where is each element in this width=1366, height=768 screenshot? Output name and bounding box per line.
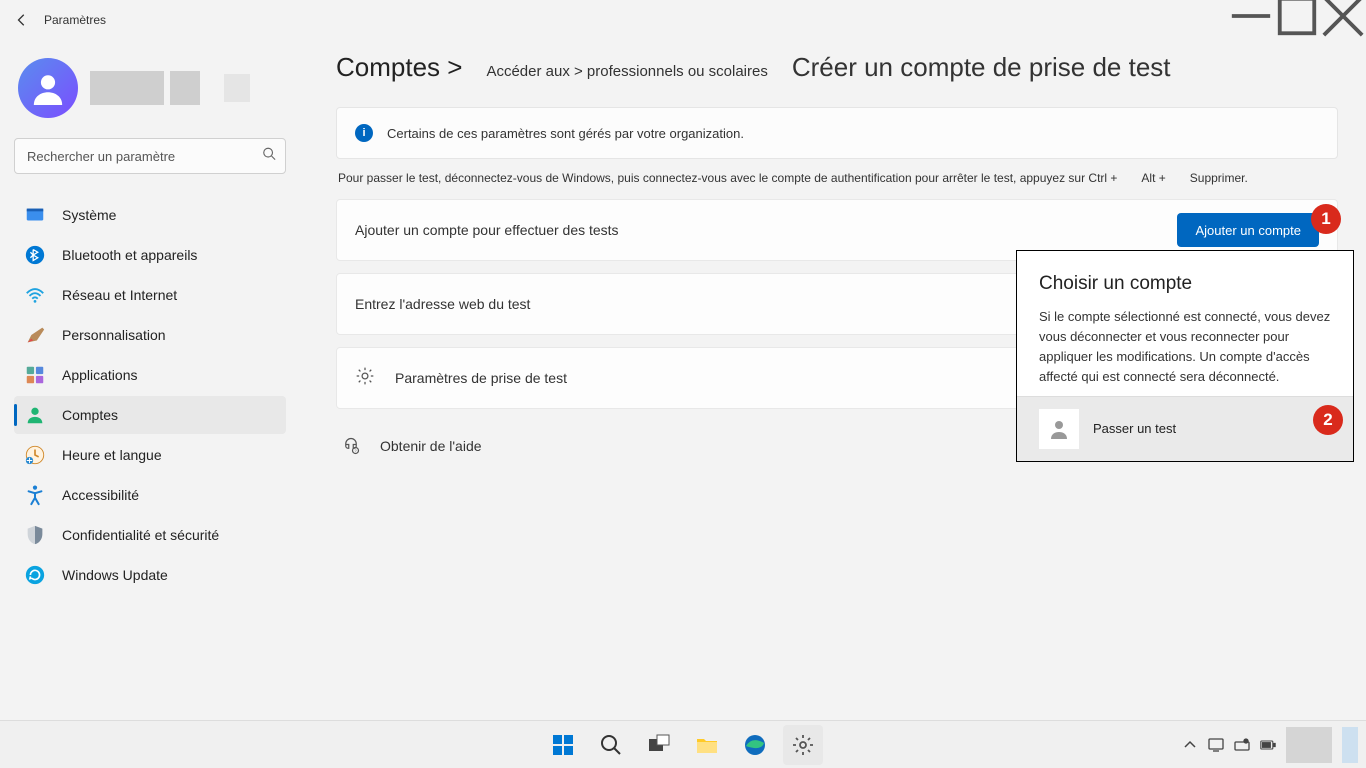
brush-icon [24,324,46,346]
accessibility-icon [24,484,46,506]
taskbar-search-button[interactable] [591,725,631,765]
sidebar-item-update[interactable]: Windows Update [14,556,286,594]
maximize-button[interactable] [1274,0,1320,32]
page-title: Créer un compte de prise de test [792,52,1171,83]
nav-label: Comptes [62,407,118,423]
account-avatar [1039,409,1079,449]
choose-account-popup: Choisir un compte Si le compte sélection… [1016,250,1354,462]
gear-icon [791,733,815,757]
sidebar-item-bluetooth[interactable]: Bluetooth et appareils [14,236,286,274]
sidebar-item-accessibility[interactable]: Accessibilité [14,476,286,514]
close-icon [1320,0,1366,39]
minimize-icon [1228,0,1274,39]
taskbar [0,720,1366,768]
task-view-icon [647,733,671,757]
start-button[interactable] [543,725,583,765]
nav-label: Système [62,207,116,223]
apps-icon [24,364,46,386]
card-label: Ajouter un compte pour effectuer des tes… [355,222,1177,238]
svg-text:?: ? [354,449,356,453]
sidebar-item-time[interactable]: Heure et langue [14,436,286,474]
bluetooth-icon [24,244,46,266]
clock-icon [24,444,46,466]
breadcrumb-accounts[interactable]: Comptes > [336,52,462,83]
accounts-icon [24,404,46,426]
profile-block[interactable] [18,58,282,118]
sidebar: Système Bluetooth et appareils Réseau et… [0,40,300,720]
taskbar-clock-redacted[interactable] [1286,727,1332,763]
keyboard-icon [1234,737,1250,753]
sidebar-item-network[interactable]: Réseau et Internet [14,276,286,314]
folder-icon [695,733,719,757]
nav: Système Bluetooth et appareils Réseau et… [14,196,286,594]
profile-name-redacted [90,71,250,105]
info-icon: i [355,124,373,142]
nav-label: Windows Update [62,567,168,583]
chevron-up-icon [1182,737,1198,753]
account-label: Passer un test [1093,421,1176,436]
settings-taskbar-button[interactable] [783,725,823,765]
nav-label: Personnalisation [62,327,166,343]
notification-center-button[interactable] [1342,727,1358,763]
search-icon [262,147,276,166]
file-explorer-button[interactable] [687,725,727,765]
popup-account-item[interactable]: Passer un test 2 [1017,396,1353,461]
nav-label: Applications [62,367,138,383]
minimize-button[interactable] [1228,0,1274,32]
battery-icon [1260,737,1276,753]
edge-button[interactable] [735,725,775,765]
nav-label: Bluetooth et appareils [62,247,197,263]
search-input[interactable] [14,138,286,174]
update-icon [24,564,46,586]
system-icon [24,204,46,226]
system-tray[interactable] [1182,737,1276,753]
org-managed-banner: i Certains de ces paramètres sont gérés … [336,107,1338,159]
nav-label: Confidentialité et sécurité [62,527,219,543]
arrow-left-icon [15,13,29,27]
maximize-icon [1274,0,1320,39]
breadcrumb-access[interactable]: Accéder aux > professionnels ou scolaire… [486,63,767,80]
user-icon [1047,417,1071,441]
shield-icon [24,524,46,546]
wifi-icon [24,284,46,306]
task-view-button[interactable] [639,725,679,765]
back-button[interactable] [8,6,36,34]
gear-icon [355,366,375,391]
banner-text: Certains de ces paramètres sont gérés pa… [387,126,744,141]
sidebar-item-personalization[interactable]: Personnalisation [14,316,286,354]
window-title: Paramètres [44,13,106,27]
add-account-button[interactable]: Ajouter un compte [1177,213,1319,247]
sidebar-item-system[interactable]: Système [14,196,286,234]
user-icon [31,71,65,105]
instruction-text: Pour passer le test, déconnectez-vous de… [338,171,1336,185]
popup-title: Choisir un compte [1039,273,1331,295]
help-icon: ? [342,437,360,455]
close-button[interactable] [1320,0,1366,32]
avatar [18,58,78,118]
edge-icon [743,733,767,757]
popup-description: Si le compte sélectionné est connecté, v… [1039,307,1331,388]
breadcrumb: Comptes > Accéder aux > professionnels o… [336,52,1338,83]
nav-label: Réseau et Internet [62,287,177,303]
callout-2: 2 [1313,405,1343,435]
titlebar: Paramètres [0,0,1366,40]
help-label: Obtenir de l'aide [380,438,482,454]
sidebar-item-privacy[interactable]: Confidentialité et sécurité [14,516,286,554]
sidebar-item-apps[interactable]: Applications [14,356,286,394]
callout-1: 1 [1311,204,1341,234]
monitor-icon [1208,737,1224,753]
nav-label: Accessibilité [62,487,139,503]
windows-logo-icon [551,733,575,757]
search-icon [599,733,623,757]
sidebar-item-accounts[interactable]: Comptes [14,396,286,434]
nav-label: Heure et langue [62,447,162,463]
